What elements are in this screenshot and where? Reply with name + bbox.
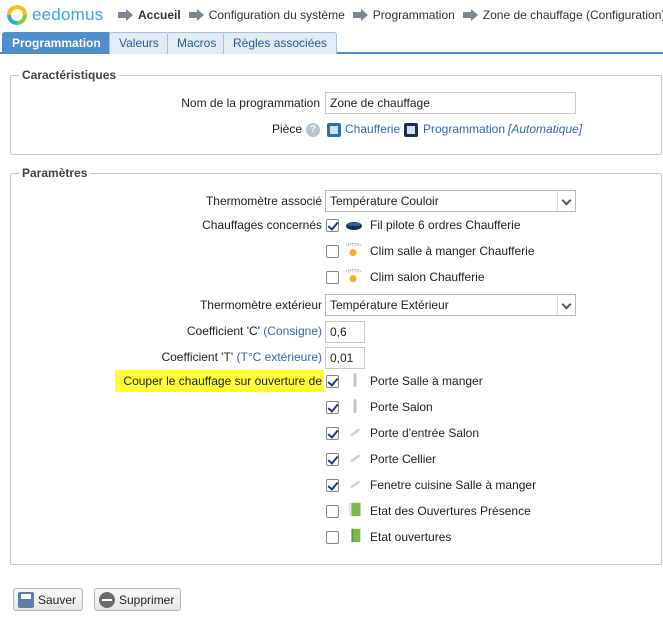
ouverture-label-1: Porte Salle à manger — [370, 374, 483, 388]
save-button[interactable]: Sauver — [13, 588, 84, 611]
svg-text:«HTTP»: «HTTP» — [345, 242, 362, 248]
chauffage-checkbox-2[interactable] — [326, 245, 339, 258]
ouverture-label-4: Porte Cellier — [370, 452, 437, 466]
tab-programmation[interactable]: Programmation — [2, 32, 111, 54]
chauffages-label: Chauffages concernés — [202, 218, 322, 232]
tab-valeurs[interactable]: Valeurs — [109, 32, 169, 54]
ouverture-checkbox-4[interactable] — [326, 453, 339, 466]
ouverture-label-6: Etat des Ouvertures Présence — [370, 504, 531, 518]
chauffage-label-2: Clim salle à manger Chaufferie — [370, 244, 535, 258]
caracteristiques-legend: Caractéristiques — [19, 68, 120, 82]
logo-text: eedomus — [32, 5, 104, 24]
coef-c-label: Coefficient 'C' (Consigne) — [186, 324, 322, 338]
green-door-icon — [351, 528, 361, 543]
ouverture-checkbox-3[interactable] — [326, 427, 339, 440]
coef-t-label: Coefficient 'T' (T°C extérieure) — [161, 350, 322, 364]
name-input[interactable] — [325, 92, 576, 114]
thermo-ext-value: Température Extérieur — [330, 298, 449, 312]
coef-c-link: (Consigne) — [263, 324, 322, 338]
tab-regles-associees[interactable]: Règles associées — [223, 32, 338, 54]
arrow-right-icon — [462, 9, 479, 21]
tab-bar: Programmation Valeurs Macros Règles asso… — [0, 30, 663, 54]
thermo-assoc-select[interactable]: Température Couloir — [325, 190, 576, 212]
tab-macros[interactable]: Macros — [167, 32, 227, 54]
svg-text:«HTTP»: «HTTP» — [345, 268, 362, 274]
floppy-disk-icon — [18, 591, 34, 608]
name-label: Nom de la programmation — [181, 96, 320, 110]
thermo-ext-select[interactable]: Température Extérieur — [325, 294, 576, 316]
chevron-down-icon — [557, 191, 575, 211]
chauffage-checkbox-1[interactable] — [326, 219, 339, 232]
top-bar: eedomus Accueil Configuration du système… — [0, 0, 663, 30]
arrow-right-icon — [188, 9, 205, 21]
green-door-icon — [348, 502, 362, 517]
breadcrumb: Accueil Configuration du système Program… — [118, 8, 663, 22]
arrow-right-icon — [352, 9, 369, 21]
thermo-assoc-value: Température Couloir — [330, 194, 439, 208]
breadcrumb-item-programmation[interactable]: Programmation — [352, 8, 455, 22]
help-icon[interactable]: ? — [306, 123, 320, 137]
thermo-ext-label: Thermomètre extérieur — [199, 298, 322, 312]
minus-circle-icon — [99, 591, 115, 608]
couper-label: Couper le chauffage sur ouverture de — [123, 374, 322, 388]
chevron-down-icon — [557, 295, 575, 315]
room-icon — [327, 123, 341, 137]
http-sensor-icon: «HTTP» — [345, 268, 362, 283]
thermo-assoc-label: Thermomètre associé — [205, 194, 322, 208]
door-sensor-icon — [353, 372, 357, 388]
piece-program-link[interactable]: Programmation — [423, 122, 505, 136]
ouverture-checkbox-2[interactable] — [326, 401, 339, 414]
chauffage-checkbox-3[interactable] — [326, 271, 339, 284]
ouverture-checkbox-6[interactable] — [326, 505, 339, 518]
chauffage-label-3: Clim salon Chaufferie — [370, 270, 485, 284]
eedomus-logo[interactable]: eedomus — [7, 4, 103, 26]
door-sensor-icon — [353, 398, 357, 414]
http-sensor-icon: «HTTP» — [345, 242, 362, 257]
ouverture-label-3: Porte d'entrée Salon — [370, 426, 480, 440]
ouverture-label-2: Porte Salon — [370, 400, 433, 414]
door-sensor-icon — [350, 454, 360, 462]
coef-c-input[interactable] — [325, 321, 365, 343]
delete-button[interactable]: Supprimer — [94, 588, 182, 611]
heater-icon — [346, 222, 362, 230]
coef-t-link: (T°C extérieure) — [236, 350, 322, 364]
piece-label: Pièce — [271, 122, 302, 136]
piece-room-link[interactable]: Chaufferie — [345, 122, 400, 136]
ouverture-label-5: Fenetre cuisine Salle à manger — [370, 478, 537, 492]
coef-t-input[interactable] — [325, 347, 365, 369]
logo-icon — [7, 5, 27, 25]
breadcrumb-item-accueil[interactable]: Accueil — [118, 8, 181, 22]
door-sensor-icon — [350, 428, 360, 436]
program-icon — [404, 123, 418, 137]
ouverture-checkbox-7[interactable] — [326, 531, 339, 544]
ouverture-checkbox-5[interactable] — [326, 479, 339, 492]
piece-mode-link[interactable]: [Automatique] — [508, 122, 582, 136]
window-sensor-icon — [350, 480, 360, 488]
caracteristiques-section: Caractéristiques — [10, 68, 662, 155]
chauffage-label-1: Fil pilote 6 ordres Chaufferie — [370, 218, 521, 232]
breadcrumb-item-current: Zone de chauffage (Configuration) — [462, 8, 663, 22]
parametres-legend: Paramètres — [19, 166, 91, 180]
ouverture-checkbox-1[interactable] — [326, 375, 339, 388]
ouverture-label-7: Etat ouvertures — [370, 530, 452, 544]
breadcrumb-item-configuration[interactable]: Configuration du système — [188, 8, 345, 22]
arrow-right-icon — [118, 9, 134, 21]
